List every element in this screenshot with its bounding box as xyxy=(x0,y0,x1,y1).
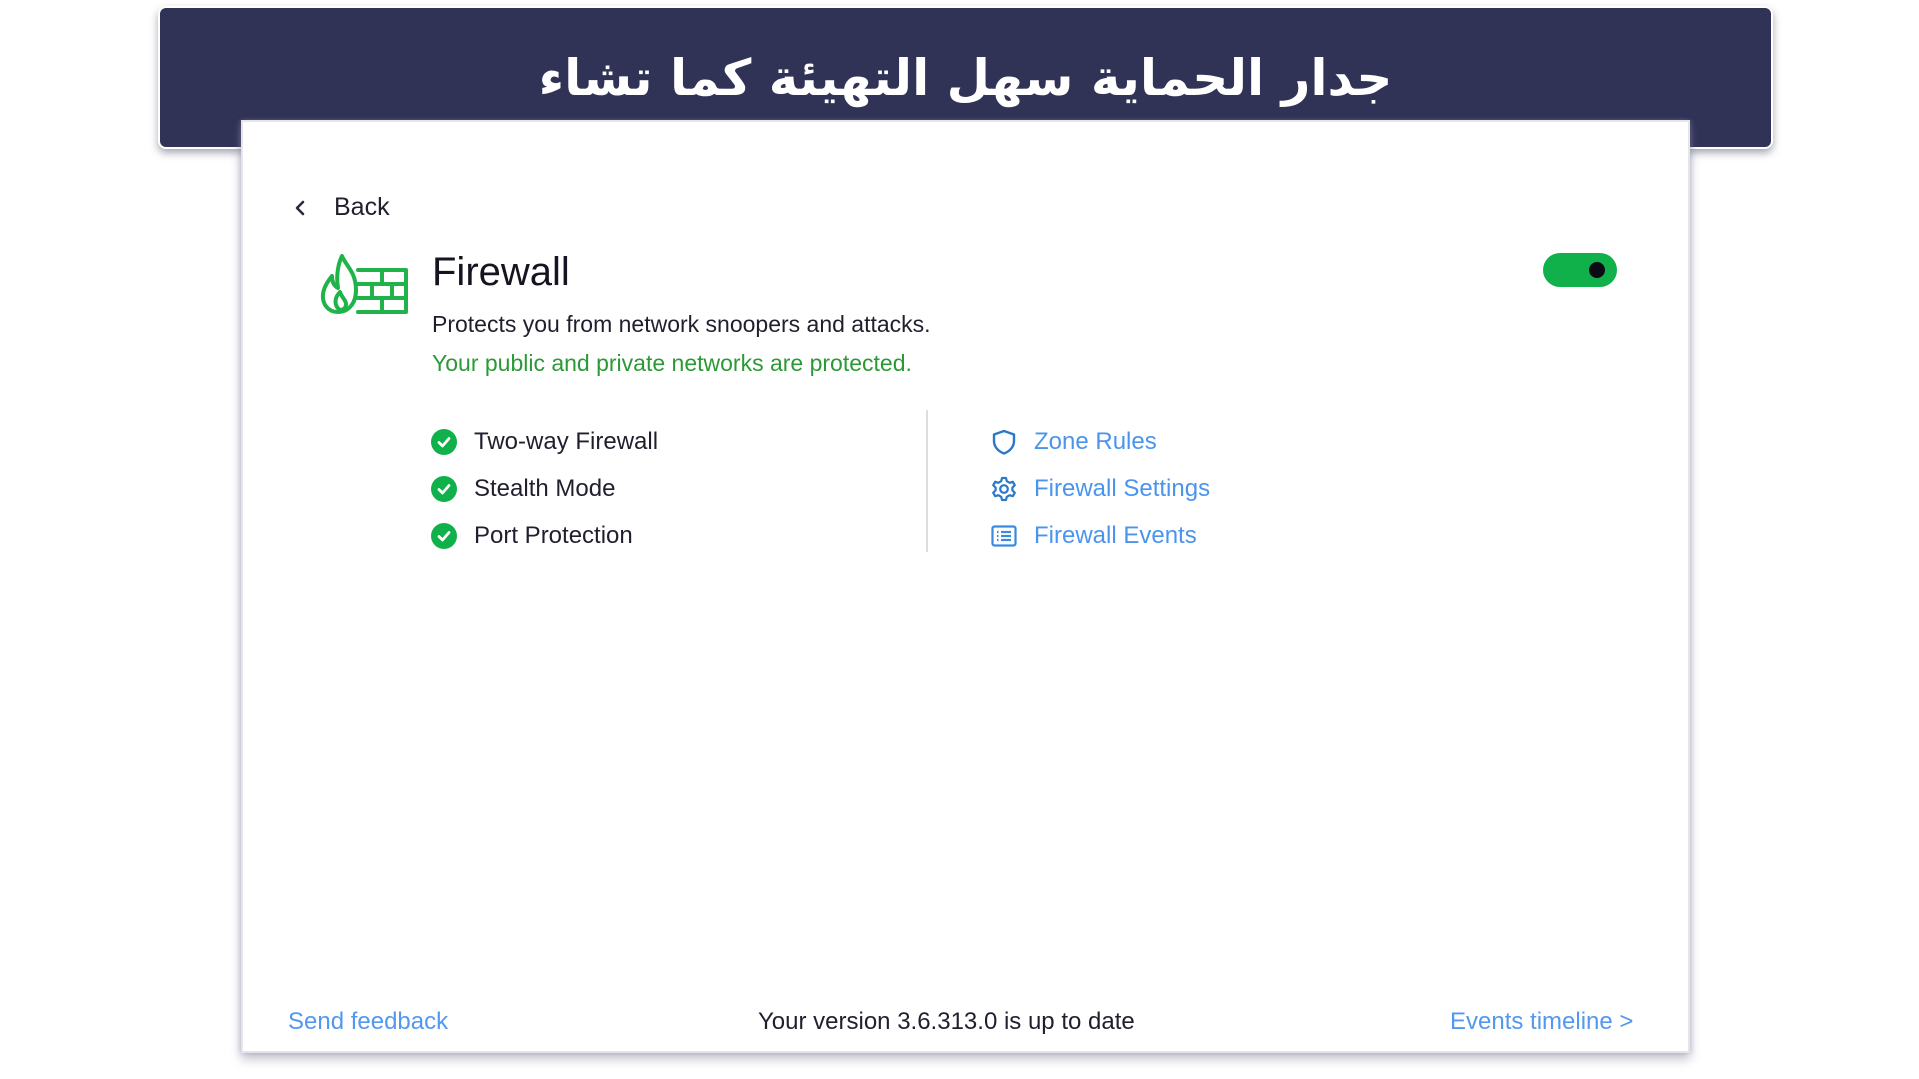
feature-label: Two-way Firewall xyxy=(474,427,659,455)
gear-icon xyxy=(992,476,1016,501)
feature-label: Stealth Mode xyxy=(474,474,616,502)
chevron-left-icon xyxy=(295,200,305,215)
firewall-icon xyxy=(320,254,408,314)
check-circle-icon xyxy=(431,428,457,455)
back-label: Back xyxy=(334,193,390,221)
feature-label: Port Protection xyxy=(474,521,633,549)
protection-status: Your public and private networks are pro… xyxy=(432,350,912,376)
link-label: Firewall Settings xyxy=(1034,474,1211,502)
firewall-settings-link[interactable]: Firewall Settings xyxy=(990,465,1210,512)
page-description: Protects you from network snoopers and a… xyxy=(432,311,931,337)
shield-icon xyxy=(992,429,1016,455)
firewall-events-link[interactable]: Firewall Events xyxy=(990,512,1210,559)
feature-list: Two-way Firewall Stealth Mode Port Prote… xyxy=(430,418,658,559)
zone-rules-link[interactable]: Zone Rules xyxy=(990,418,1210,465)
firewall-links: Zone Rules Firewall Settings Firewall Ev… xyxy=(990,418,1210,559)
banner-title: جدار الحماية سهل التهيئة كما تشاء xyxy=(538,48,1393,107)
link-label: Zone Rules xyxy=(1034,427,1157,455)
feature-item-port-protection: Port Protection xyxy=(430,512,658,559)
version-status: Your version 3.6.313.0 is up to date xyxy=(758,1008,1135,1035)
send-feedback-link[interactable]: Send feedback xyxy=(288,1008,448,1036)
feature-item-stealth-mode: Stealth Mode xyxy=(430,465,658,512)
check-circle-icon xyxy=(431,475,457,502)
events-timeline-link[interactable]: Events timeline > xyxy=(1450,1008,1633,1036)
page-title: Firewall xyxy=(432,250,570,294)
feature-item-two-way-firewall: Two-way Firewall xyxy=(430,418,658,465)
list-icon xyxy=(991,524,1017,547)
link-label: Firewall Events xyxy=(1034,521,1197,549)
check-circle-icon xyxy=(431,522,457,549)
toggle-knob xyxy=(1589,262,1605,278)
column-divider xyxy=(926,410,928,552)
back-button[interactable]: Back xyxy=(290,193,390,222)
firewall-toggle[interactable] xyxy=(1543,253,1617,287)
